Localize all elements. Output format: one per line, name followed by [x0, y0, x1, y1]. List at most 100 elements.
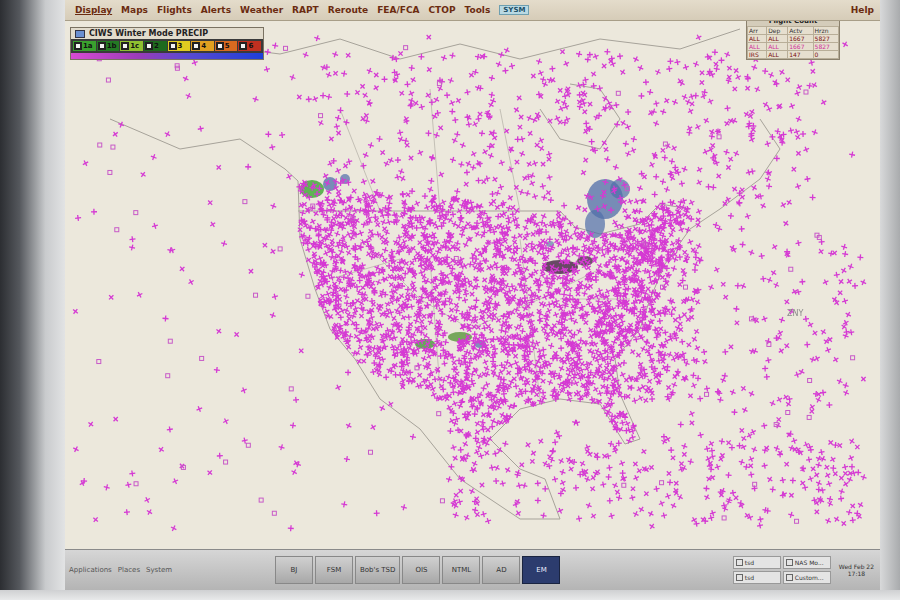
system-menu[interactable]: System: [146, 566, 172, 574]
window-label: NAS Mo...: [795, 559, 824, 566]
level-cell[interactable]: 2: [144, 41, 167, 51]
level-checkbox[interactable]: [192, 42, 200, 50]
workspace-buttons: BJFSMBob's TSDOISNTMLADEM: [275, 556, 560, 584]
level-checkbox[interactable]: [74, 42, 82, 50]
clock-date: Wed Feb 22: [839, 563, 874, 570]
menu-bar: Display Maps Flights Alerts Weather RAPT Rerou…: [65, 0, 880, 21]
precip-legend: CIWS Winter Mode PRECIP 1a 1b 1c 2 3 4 5 6: [70, 27, 264, 60]
level-checkbox[interactable]: [239, 42, 247, 50]
menu-item[interactable]: Weather: [240, 3, 283, 17]
sysm-badge[interactable]: SYSM: [499, 5, 529, 15]
level-cell[interactable]: 5: [215, 41, 238, 51]
traffic-map[interactable]: ZNY CIWS Winter Mode PRECIP 1a 1b 1c 2 3 4 5 6 Fli…: [65, 21, 880, 549]
level-checkbox[interactable]: [121, 42, 129, 50]
menu-item[interactable]: Maps: [121, 3, 148, 17]
workspace-button[interactable]: Bob's TSD: [355, 556, 400, 584]
tsd-screen: Display Maps Flights Alerts Weather RAPT Rerou…: [65, 0, 880, 590]
workspace-button[interactable]: EM: [522, 556, 560, 584]
flight-count-title: Flight Count: [747, 21, 839, 26]
level-cell[interactable]: 6: [238, 41, 261, 51]
count-cell: ALL: [767, 51, 788, 59]
legend-title-text: CIWS Winter Mode PRECIP: [89, 29, 208, 38]
level-cell[interactable]: 1a: [73, 41, 96, 51]
monitor: Display Maps Flights Alerts Weather RAPT Rerou…: [0, 0, 900, 600]
menu-item[interactable]: Alerts: [201, 3, 231, 17]
count-cell: 5827: [813, 43, 838, 51]
column-header: Hrzn: [813, 27, 838, 35]
window-label: tsd: [745, 574, 754, 581]
color-band: [71, 53, 263, 59]
level-label: 3: [178, 42, 183, 50]
count-row[interactable]: ALLALL16675827: [748, 35, 839, 43]
level-cell[interactable]: 1c: [120, 41, 143, 51]
window-button[interactable]: NAS Mo...: [783, 556, 831, 569]
column-header: Arr: [748, 27, 767, 35]
workspace-button[interactable]: BJ: [275, 556, 313, 584]
count-cell: 5827: [813, 35, 838, 43]
workspace-button[interactable]: FSM: [315, 556, 353, 584]
count-cell: ALL: [748, 35, 767, 43]
count-cell: IRS: [748, 51, 767, 59]
workspace-button[interactable]: NTML: [442, 556, 480, 584]
level-checkbox[interactable]: [98, 42, 106, 50]
header-row: ArrDepActvHrzn: [748, 27, 839, 35]
level-label: 1a: [83, 42, 93, 50]
count-cell: 147: [788, 51, 813, 59]
level-row: 1a 1b 1c 2 3 4 5 6: [71, 39, 263, 53]
count-cell: 1667: [788, 35, 813, 43]
window-icon: [786, 574, 793, 581]
window-list: tsd NAS Mo... tsd Custom...: [733, 556, 831, 584]
count-row[interactable]: ALLALL16675827: [748, 43, 839, 51]
level-cell[interactable]: 1b: [97, 41, 120, 51]
clock: Wed Feb 2217:18: [837, 563, 876, 577]
workspace-button[interactable]: AD: [482, 556, 520, 584]
system-menus: Applications Places System: [69, 566, 269, 574]
window-label: tsd: [745, 559, 754, 566]
menu-item[interactable]: RAPT: [292, 3, 319, 17]
menu-item[interactable]: Display: [75, 3, 112, 17]
menu-item[interactable]: Flights: [157, 3, 192, 17]
window-label: Custom...: [795, 574, 824, 581]
window-icon: [786, 559, 793, 566]
level-label: 6: [248, 42, 253, 50]
column-header: Actv: [788, 27, 813, 35]
menu-item[interactable]: CTOP: [429, 3, 456, 17]
menu-item[interactable]: Tools: [465, 3, 491, 17]
window-icon: [736, 559, 743, 566]
traffic-layer: [65, 21, 880, 549]
system-menu[interactable]: Places: [118, 566, 140, 574]
taskbar: Applications Places System BJFSMBob's TSDOI…: [65, 549, 880, 590]
center-label: ZNY: [787, 309, 803, 318]
window-icon: [736, 574, 743, 581]
window-button[interactable]: tsd: [733, 556, 781, 569]
level-label: 1c: [130, 42, 139, 50]
level-checkbox[interactable]: [216, 42, 224, 50]
level-cell[interactable]: 4: [191, 41, 214, 51]
flight-count-panel: Flight CountArrDepActvHrznALLALL16675827…: [746, 21, 840, 60]
level-label: 5: [225, 42, 230, 50]
level-checkbox[interactable]: [145, 42, 153, 50]
menu-item[interactable]: Reroute: [328, 3, 368, 17]
menu-item[interactable]: FEA/FCA: [377, 3, 419, 17]
monitor-bezel: [880, 0, 900, 590]
level-label: 4: [201, 42, 206, 50]
level-checkbox[interactable]: [169, 42, 177, 50]
legend-title: CIWS Winter Mode PRECIP: [71, 28, 263, 39]
count-cell: 0: [813, 51, 838, 59]
level-cell[interactable]: 3: [168, 41, 191, 51]
workspace-button[interactable]: OIS: [402, 556, 440, 584]
flight-count-table: ArrDepActvHrznALLALL16675827ALLALL166758…: [747, 26, 839, 59]
count-cell: 1667: [788, 43, 813, 51]
help-menu[interactable]: Help: [851, 3, 874, 17]
monitor-bezel: [0, 0, 65, 590]
column-header: Dep: [767, 27, 788, 35]
monitor-bezel: [0, 590, 900, 600]
clock-time: 17:18: [848, 570, 865, 577]
count-row[interactable]: IRSALL1470: [748, 51, 839, 59]
count-cell: ALL: [767, 35, 788, 43]
window-button[interactable]: Custom...: [783, 571, 831, 584]
weather-icon: [75, 30, 85, 38]
level-label: 2: [154, 42, 159, 50]
window-button[interactable]: tsd: [733, 571, 781, 584]
system-menu[interactable]: Applications: [69, 566, 112, 574]
